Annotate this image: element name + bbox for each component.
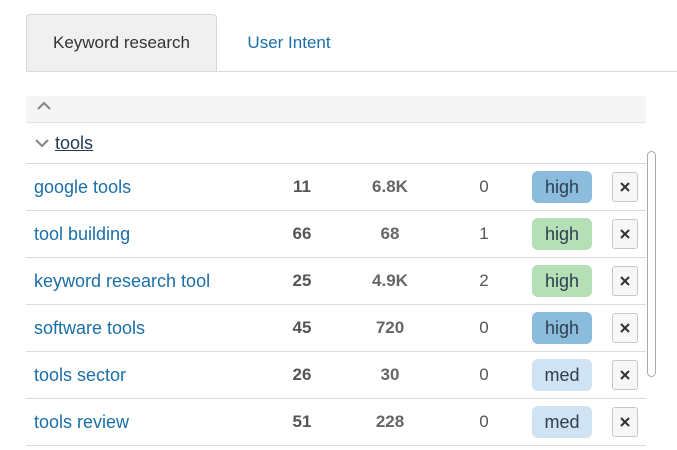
keyword-link[interactable]: software tools [34,305,145,351]
keyword-list: google tools 11 6.8K 0 high tool building 66 68… [26,164,646,446]
chevron-up-icon[interactable] [36,98,52,114]
keyword-link[interactable]: google tools [34,164,131,210]
metric-3: 1 [479,224,489,243]
intent-badge: med [532,406,592,438]
metric-1: 45 [292,318,312,337]
table-row: keyword research tool 25 4.9K 2 high [26,258,646,305]
metric-1: 11 [293,177,311,196]
tab-user-intent[interactable]: User Intent [224,14,354,71]
remove-button[interactable] [612,407,638,437]
metric-3: 0 [479,365,489,384]
remove-button[interactable] [612,172,638,202]
remove-button[interactable] [612,219,638,249]
keyword-link[interactable]: tool building [34,211,130,257]
intent-badge: high [532,265,592,297]
table-row: tool building 66 68 1 high [26,211,646,258]
metric-2: 4.9K [372,271,408,290]
metric-2: 720 [375,318,405,337]
chevron-down-icon[interactable] [34,135,50,151]
tab-bar: Keyword research User Intent [26,14,677,72]
scrollbar-thumb[interactable] [647,151,656,377]
metric-2: 68 [380,224,400,243]
metric-3: 2 [479,271,489,290]
table-row: google tools 11 6.8K 0 high [26,164,646,211]
remove-button[interactable] [612,266,638,296]
metric-2: 228 [375,412,405,431]
intent-badge: high [532,171,592,203]
keyword-link[interactable]: tools review [34,399,129,445]
intent-badge: high [532,218,592,250]
metric-2: 6.8K [372,177,408,196]
metric-3: 0 [479,412,489,431]
table-row: software tools 45 720 0 high [26,305,646,352]
close-icon [620,229,630,239]
metric-1: 66 [292,224,312,243]
tab-keyword-research[interactable]: Keyword research [26,14,217,71]
metric-3: 0 [479,177,489,196]
close-icon [620,276,630,286]
metric-2: 30 [380,365,400,384]
close-icon [620,323,630,333]
group-title[interactable]: tools [55,133,93,154]
remove-button[interactable] [612,313,638,343]
close-icon [620,417,630,427]
keyword-panel: tools google tools 11 6.8K 0 high tool buildi… [26,96,646,446]
intent-badge: med [532,359,592,391]
collapse-all-row[interactable] [26,96,646,123]
metric-1: 26 [292,365,312,384]
close-icon [620,370,630,380]
metric-3: 0 [479,318,489,337]
table-row: tools review 51 228 0 med [26,399,646,446]
remove-button[interactable] [612,360,638,390]
table-row: tools sector 26 30 0 med [26,352,646,399]
intent-badge: high [532,312,592,344]
keyword-link[interactable]: tools sector [34,352,126,398]
metric-1: 25 [292,271,312,290]
keyword-link[interactable]: keyword research tool [34,258,210,304]
metric-1: 51 [292,412,312,431]
close-icon [620,182,630,192]
group-header: tools [26,123,646,164]
